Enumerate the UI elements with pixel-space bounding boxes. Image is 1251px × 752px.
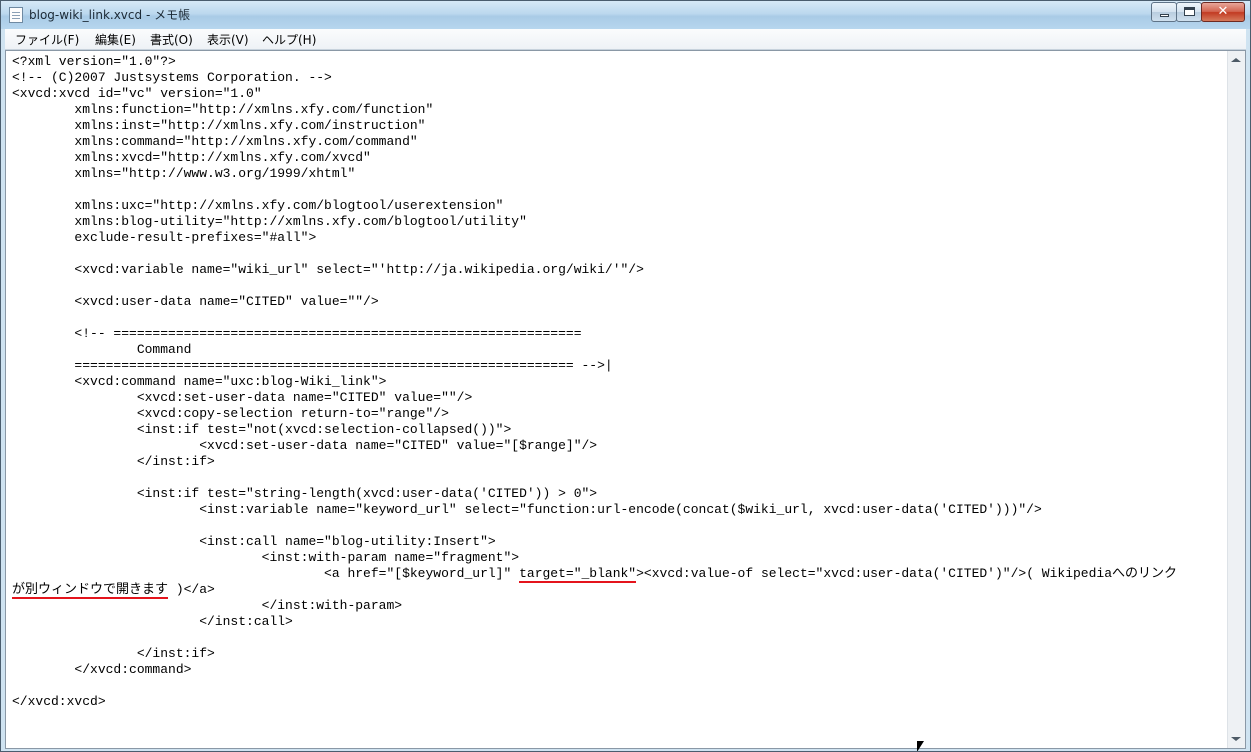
- code-line: Command: [12, 342, 192, 357]
- code-line: <xvcd:user-data name="CITED" value=""/>: [12, 294, 379, 309]
- code-lines-top: <?xml version="1.0"?> <!-- (C)2007 Justsy…: [12, 54, 1228, 566]
- title-bar[interactable]: blog-wiki_link.xvcd - メモ帳 ✕: [1, 1, 1250, 29]
- code-line: <inst:with-param name="fragment">: [12, 550, 520, 565]
- notepad-icon[interactable]: [9, 7, 23, 23]
- window-title: blog-wiki_link.xvcd - メモ帳: [29, 8, 191, 22]
- code-line: xmlns:xvcd="http://xmlns.xfy.com/xvcd": [12, 150, 371, 165]
- code-line: exclude-result-prefixes="#all">: [12, 230, 317, 245]
- code-line: <xvcd:command name="uxc:blog-Wiki_link">: [12, 374, 387, 389]
- code-line: <xvcd:copy-selection return-to="range"/>: [12, 406, 449, 421]
- close-button[interactable]: ✕: [1201, 2, 1245, 22]
- scroll-up-icon[interactable]: [1231, 58, 1241, 62]
- code-line: </inst:if>: [12, 454, 215, 469]
- menu-help[interactable]: ヘルプ(H): [262, 31, 316, 48]
- menu-file[interactable]: ファイル(F): [15, 31, 79, 48]
- maximize-button[interactable]: [1176, 2, 1202, 22]
- scroll-down-icon[interactable]: [1231, 737, 1241, 741]
- code-line: <xvcd:set-user-data name="CITED" value="…: [12, 390, 473, 405]
- maximize-icon: [1184, 7, 1195, 16]
- vertical-scrollbar[interactable]: [1227, 51, 1245, 748]
- code-line: xmlns:function="http://xmlns.xfy.com/fun…: [12, 102, 434, 117]
- code-line: <xvcd:xvcd id="vc" version="1.0": [12, 86, 262, 101]
- code-line: </inst:call>: [12, 614, 293, 629]
- notepad-window: blog-wiki_link.xvcd - メモ帳 ✕ ファイル(F) 編集(E…: [0, 0, 1251, 752]
- text-editor[interactable]: <?xml version="1.0"?> <!-- (C)2007 Justsy…: [5, 50, 1246, 749]
- code-line: ========================================…: [12, 358, 613, 373]
- code-line: </inst:if>: [12, 646, 215, 661]
- code-line: <xvcd:set-user-data name="CITED" value="…: [12, 438, 598, 453]
- code-line: <?xml version="1.0"?>: [12, 54, 176, 69]
- code-line: xmlns:inst="http://xmlns.xfy.com/instruc…: [12, 118, 426, 133]
- menu-format[interactable]: 書式(O): [150, 31, 193, 48]
- code-line: <inst:variable name="keyword_url" select…: [12, 502, 1042, 517]
- code-line-anchor-wrap: が別ウィンドウで開きます )</a>: [12, 582, 1228, 599]
- minimize-button[interactable]: [1151, 2, 1177, 22]
- target-blank-highlight: target="_blank": [519, 566, 637, 583]
- code-line: xmlns:blog-utility="http://xmlns.xfy.com…: [12, 214, 527, 229]
- code-line: </inst:with-param>: [12, 598, 403, 613]
- code-line: xmlns="http://www.w3.org/1999/xhtml": [12, 166, 356, 181]
- editor-text-area[interactable]: <?xml version="1.0"?> <!-- (C)2007 Justsy…: [6, 51, 1228, 745]
- code-line: <inst:call name="blog-utility:Insert">: [12, 534, 496, 549]
- code-line: </xvcd:command>: [12, 662, 192, 677]
- anchor-suffix: ><xvcd:value-of select="xvcd:user-data('…: [636, 566, 1178, 581]
- new-window-text-highlight: が別ウィンドウで開きます: [12, 582, 169, 599]
- code-line: xmlns:command="http://xmlns.xfy.com/comm…: [12, 134, 418, 149]
- code-line: <inst:if test="string-length(xvcd:user-d…: [12, 486, 598, 501]
- anchor-close: )</a>: [168, 582, 215, 597]
- mouse-pointer-icon: [917, 741, 924, 751]
- minimize-icon: [1160, 14, 1169, 17]
- menu-edit[interactable]: 編集(E): [95, 31, 136, 48]
- code-line: <!-- (C)2007 Justsystems Corporation. --…: [12, 70, 332, 85]
- close-icon: ✕: [1217, 4, 1229, 19]
- code-line: <inst:if test="not(xvcd:selection-collap…: [12, 422, 512, 437]
- code-line-anchor: <a href="[$keyword_url]" target="_blank"…: [12, 566, 1228, 583]
- code-line: <!-- ===================================…: [12, 326, 582, 341]
- menu-view[interactable]: 表示(V): [207, 31, 249, 48]
- code-line: <xvcd:variable name="wiki_url" select="'…: [12, 262, 644, 277]
- code-lines-bottom: </inst:with-param> </inst:call> </inst:i…: [12, 598, 1228, 710]
- menu-bar: ファイル(F) 編集(E) 書式(O) 表示(V) ヘルプ(H): [5, 29, 1246, 50]
- anchor-prefix: <a href="[$keyword_url]": [12, 566, 520, 581]
- code-line: </xvcd:xvcd>: [12, 694, 106, 709]
- code-line: xmlns:uxc="http://xmlns.xfy.com/blogtool…: [12, 198, 504, 213]
